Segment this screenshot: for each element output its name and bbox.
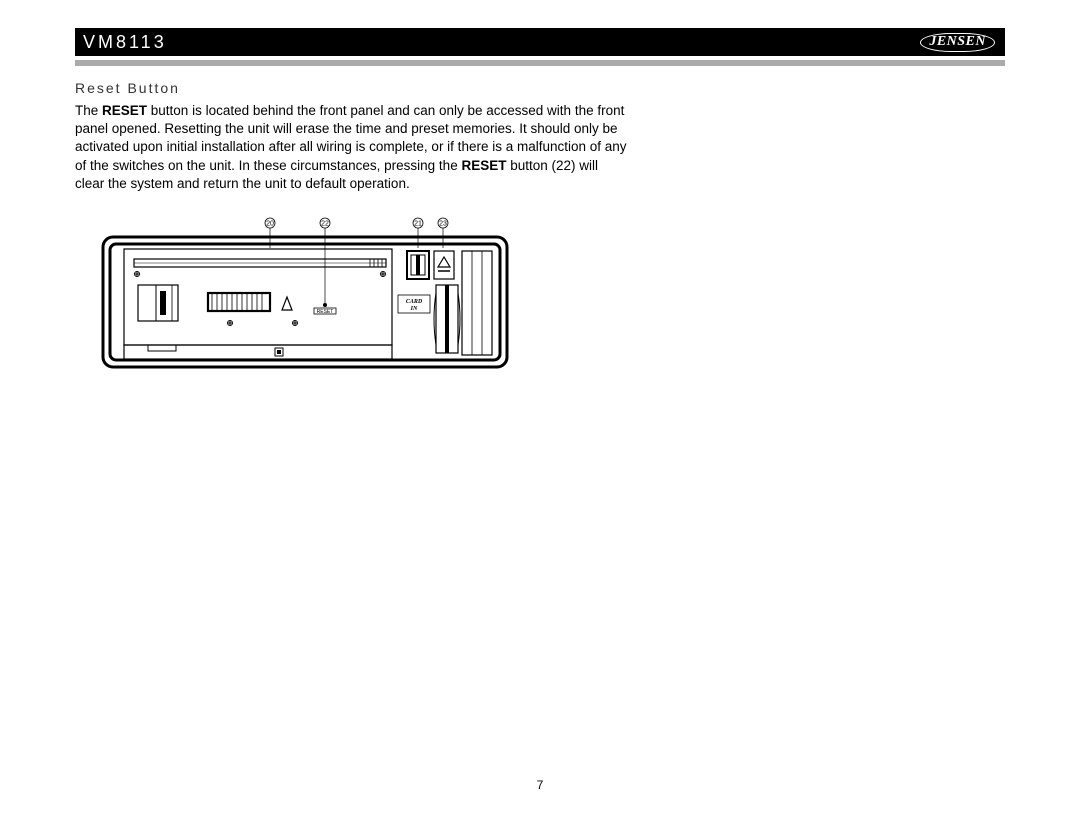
- card-label-2: IN: [410, 306, 418, 312]
- callout-23: 23: [439, 221, 447, 228]
- content-column: Reset Button The RESET button is located…: [75, 80, 630, 193]
- eject-icon: [282, 297, 292, 310]
- page-number: 7: [0, 778, 1080, 792]
- reset-bold: RESET: [102, 103, 147, 118]
- card-label-1: CARD: [406, 299, 423, 305]
- callout-20: 20: [266, 221, 274, 228]
- reset-button-icon: [323, 303, 327, 307]
- brand-logo: JENSEN: [920, 33, 995, 52]
- callout-21: 21: [414, 221, 422, 228]
- text-fragment: The: [75, 103, 102, 118]
- model-number: VM8113: [83, 32, 167, 53]
- header-bar: VM8113 JENSEN: [75, 28, 1005, 56]
- front-panel-diagram: 20 22 21 23: [100, 215, 510, 375]
- reset-bold: RESET: [461, 158, 506, 173]
- header-underline: [75, 60, 1005, 66]
- callout-22: 22: [321, 221, 329, 228]
- body-paragraph: The RESET button is located behind the f…: [75, 102, 630, 193]
- reset-label: RESET: [317, 309, 334, 315]
- section-title: Reset Button: [75, 80, 630, 96]
- eject-up-icon: [438, 257, 450, 267]
